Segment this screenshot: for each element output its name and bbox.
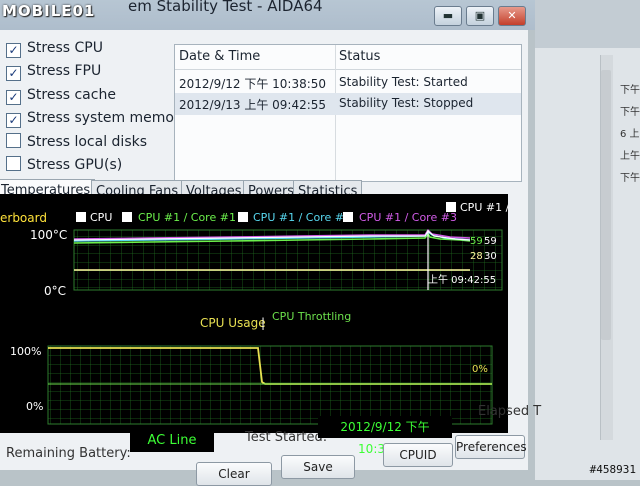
legend-checkbox-icon[interactable]	[343, 212, 353, 222]
window-title: em Stability Test - AIDA64	[128, 0, 323, 15]
remaining-battery-label: Remaining Battery:	[6, 446, 131, 461]
watermark-logo: MOBILE01	[2, 2, 96, 20]
legend-checkbox-icon[interactable]	[446, 202, 456, 212]
test-started-label: Test Started:	[245, 430, 328, 445]
stress-cpu-checkbox[interactable]: ✓ Stress CPU	[6, 40, 103, 58]
legend-checkbox-icon[interactable]	[122, 212, 132, 222]
cpuid-button[interactable]: CPUID	[383, 443, 453, 467]
throttle-title: CPU Throttling	[272, 310, 351, 323]
stress-fpu-checkbox[interactable]: ✓ Stress FPU	[6, 63, 101, 81]
temperature-graph: erboard CPU CPU #1 / Core #1 CPU #1 / Co…	[0, 194, 521, 316]
temp-y-bottom-label: 0°C	[44, 284, 66, 298]
legend-core4: CPU #1 / C	[460, 201, 508, 214]
log-status: Stability Test: Stopped	[339, 96, 474, 110]
usage-title-separator: |	[261, 316, 265, 330]
usage-grid	[48, 346, 492, 424]
stress-gpu-checkbox[interactable]: Stress GPU(s)	[6, 156, 122, 173]
temperature-legend: CPU CPU #1 / Core #1 CPU #1 / Core #2 CP…	[76, 201, 521, 224]
save-button[interactable]: Save	[281, 455, 355, 479]
log-row[interactable]: 2012/9/13 上午 09:42:55 Stability Test: St…	[175, 93, 521, 115]
value-motherboard: 28	[470, 251, 483, 262]
usage-title: CPU Usage	[200, 316, 266, 330]
legend-checkbox-icon[interactable]	[238, 212, 248, 222]
legend-prefix: erboard	[0, 211, 47, 225]
value-cpu: 30	[484, 251, 497, 262]
checkbox-checked-icon[interactable]: ✓	[6, 113, 21, 128]
temp-time-label: 上午 09:42:55	[428, 273, 496, 286]
log-datetime: 2012/9/13 上午 09:42:55	[179, 98, 327, 112]
background-window-text: 下午 下午 6 上 上午 下午	[620, 85, 640, 184]
background-window	[535, 0, 640, 480]
cpu-usage-graph-canvas: CPU Usage | CPU Throttling 100% 0% 0%	[10, 310, 493, 425]
maximize-button[interactable]: ▣	[466, 6, 494, 26]
value-core2: 59	[484, 236, 497, 247]
usage-right-value: 0%	[472, 364, 488, 375]
background-window-titlebar	[535, 0, 640, 48]
elapsed-time-label: Elapsed T	[478, 404, 542, 419]
clear-button[interactable]: Clear	[196, 462, 272, 486]
column-header-status[interactable]: Status	[339, 49, 380, 64]
usage-y-bottom-label: 0%	[26, 400, 43, 413]
log-table-header: Date & Time Status	[175, 45, 521, 70]
preferences-button[interactable]: Preferences	[455, 435, 527, 459]
legend-core2: CPU #1 / Core #2	[253, 211, 351, 224]
legend-core1: CPU #1 / Core #1	[138, 211, 236, 224]
checkbox-unchecked-icon[interactable]	[6, 156, 21, 171]
test-started-display: 2012/9/12 下午 10:38:49	[318, 416, 452, 456]
column-header-datetime[interactable]: Date & Time	[179, 49, 260, 64]
watermark-id: #458931	[589, 463, 636, 476]
temp-y-top-label: 100°C	[30, 228, 67, 242]
legend-cpu: CPU	[90, 211, 112, 224]
minimize-button[interactable]: ▬	[434, 6, 462, 26]
battery-status-display: AC Line	[130, 430, 214, 452]
checkbox-checked-icon[interactable]: ✓	[6, 43, 21, 58]
temperature-graph-canvas: erboard CPU CPU #1 / Core #1 CPU #1 / Co…	[0, 201, 521, 298]
stress-local-disks-checkbox[interactable]: Stress local disks	[6, 133, 147, 150]
usage-y-top-label: 100%	[10, 345, 41, 358]
legend-checkbox-icon[interactable]	[76, 212, 86, 222]
log-status: Stability Test: Started	[339, 75, 468, 89]
event-log-table[interactable]: Date & Time Status 2012/9/12 下午 10:38:50…	[174, 44, 522, 182]
log-row[interactable]: 2012/9/12 下午 10:38:50 Stability Test: St…	[175, 72, 521, 94]
checkbox-unchecked-icon[interactable]	[6, 133, 21, 148]
cpu-usage-graph: CPU Usage | CPU Throttling 100% 0% 0%	[0, 310, 508, 433]
legend-core3: CPU #1 / Core #3	[359, 211, 457, 224]
background-scrollbar-thumb[interactable]	[601, 70, 611, 340]
checkbox-checked-icon[interactable]: ✓	[6, 66, 21, 81]
stress-cache-checkbox[interactable]: ✓ Stress cache	[6, 87, 116, 105]
close-button[interactable]: ✕	[498, 6, 526, 26]
stress-system-memory-checkbox[interactable]: ✓ Stress system memory	[6, 110, 188, 128]
value-core1: 59	[470, 236, 483, 247]
checkbox-checked-icon[interactable]: ✓	[6, 90, 21, 105]
log-datetime: 2012/9/12 下午 10:38:50	[179, 77, 327, 91]
window-titlebar[interactable]: em Stability Test - AIDA64 MOBILE01 ▬ ▣ …	[0, 0, 535, 30]
